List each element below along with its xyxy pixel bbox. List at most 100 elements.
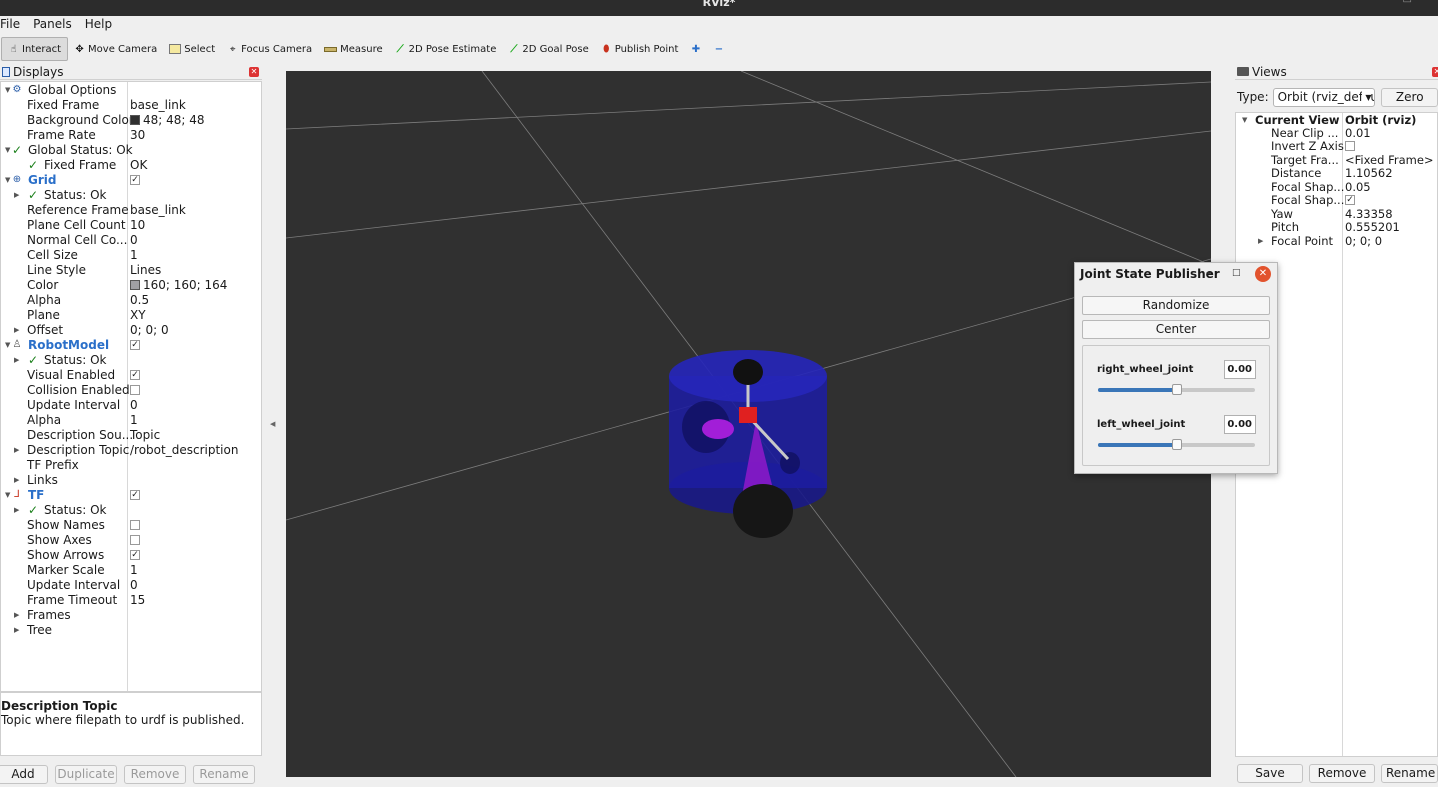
joint-value-input[interactable]: 0.00 bbox=[1224, 415, 1256, 434]
chevron-right-icon[interactable]: ▶ bbox=[14, 503, 19, 518]
row-value[interactable]: 30 bbox=[130, 128, 145, 143]
interact-tool-button[interactable]: ☝ Interact bbox=[1, 37, 69, 61]
zero-view-button[interactable]: Zero bbox=[1381, 87, 1438, 107]
tree-row-frame-timeout[interactable]: Frame Timeout 15 bbox=[1, 593, 261, 608]
row-value[interactable]: 0; 0; 0 bbox=[130, 323, 169, 338]
collapse-left-panel-icon[interactable]: ◀ bbox=[270, 420, 275, 428]
tree-row-tf-status[interactable]: ▶ ✓ Status: Ok bbox=[1, 503, 261, 518]
tree-row-robot-model[interactable]: ▼ ♙ RobotModel ✓ bbox=[1, 338, 261, 353]
tree-row-collision-enabled[interactable]: Collision Enabled bbox=[1, 383, 261, 398]
chevron-down-icon[interactable]: ▼ bbox=[5, 83, 10, 98]
row-value[interactable]: 0.05 bbox=[1345, 181, 1371, 194]
add-display-button[interactable]: Add bbox=[0, 764, 48, 784]
select-tool-button[interactable]: Select bbox=[163, 37, 221, 61]
tree-row-fixed-frame-status[interactable]: ✓ Fixed Frame OK bbox=[1, 158, 261, 173]
row-value[interactable]: base_link bbox=[130, 203, 186, 218]
row-value[interactable]: 0 bbox=[130, 578, 138, 593]
remove-tool-button[interactable]: − bbox=[707, 37, 730, 61]
chevron-right-icon[interactable]: ▶ bbox=[1258, 235, 1263, 248]
tree-row-yaw[interactable]: Yaw 4.33358 bbox=[1236, 208, 1437, 221]
tree-row-update-interval[interactable]: Update Interval 0 bbox=[1, 398, 261, 413]
maximize-icon[interactable]: □ bbox=[1403, 0, 1412, 4]
chevron-right-icon[interactable]: ▶ bbox=[14, 473, 19, 488]
menu-help[interactable]: Help bbox=[85, 16, 112, 33]
tree-row-alpha[interactable]: Alpha 0.5 bbox=[1, 293, 261, 308]
chevron-right-icon[interactable]: ▶ bbox=[14, 608, 19, 623]
tree-row-description-source[interactable]: Description Sou... Topic bbox=[1, 428, 261, 443]
slider-handle[interactable] bbox=[1172, 384, 1182, 395]
tree-row-tf[interactable]: ▼ ⅃ TF ✓ bbox=[1, 488, 261, 503]
randomize-button[interactable]: Randomize bbox=[1082, 296, 1270, 315]
tree-row-show-names[interactable]: Show Names bbox=[1, 518, 261, 533]
close-icon[interactable]: ✕ bbox=[1432, 67, 1438, 77]
move-camera-tool-button[interactable]: ✥ Move Camera bbox=[68, 37, 163, 61]
measure-tool-button[interactable]: Measure bbox=[318, 37, 389, 61]
tf-enabled-checkbox[interactable]: ✓ bbox=[130, 490, 140, 500]
joint-slider[interactable] bbox=[1098, 384, 1255, 395]
tree-row-marker-scale[interactable]: Marker Scale 1 bbox=[1, 563, 261, 578]
row-value[interactable]: 160; 160; 164 bbox=[130, 278, 227, 293]
menu-panels[interactable]: Panels bbox=[33, 16, 72, 33]
tree-row-frames[interactable]: ▶ Frames bbox=[1, 608, 261, 623]
menu-file[interactable]: File bbox=[0, 16, 20, 33]
row-value[interactable]: 0.555201 bbox=[1345, 221, 1400, 234]
goal-pose-tool-button[interactable]: ⟋ 2D Goal Pose bbox=[502, 37, 594, 61]
tree-row-show-arrows[interactable]: Show Arrows ✓ bbox=[1, 548, 261, 563]
tree-row-visual-enabled[interactable]: Visual Enabled ✓ bbox=[1, 368, 261, 383]
tree-row-invert-z[interactable]: Invert Z Axis bbox=[1236, 140, 1437, 153]
chevron-down-icon[interactable]: ▼ bbox=[5, 143, 10, 158]
tree-row-tf-update-interval[interactable]: Update Interval 0 bbox=[1, 578, 261, 593]
minimize-icon[interactable]: – bbox=[1381, 0, 1386, 4]
chevron-right-icon[interactable]: ▶ bbox=[14, 188, 19, 203]
tree-row-show-axes[interactable]: Show Axes bbox=[1, 533, 261, 548]
duplicate-display-button[interactable]: Duplicate bbox=[55, 764, 117, 784]
chevron-down-icon[interactable]: ▼ bbox=[1242, 114, 1247, 127]
pose-estimate-tool-button[interactable]: ⟋ 2D Pose Estimate bbox=[389, 37, 503, 61]
row-value[interactable]: Lines bbox=[130, 263, 161, 278]
row-value[interactable]: 1 bbox=[130, 413, 138, 428]
rename-display-button[interactable]: Rename bbox=[193, 764, 255, 784]
row-value[interactable]: 10 bbox=[130, 218, 145, 233]
tree-row-normal-cell-count[interactable]: Normal Cell Co... 0 bbox=[1, 233, 261, 248]
row-value[interactable]: 0 bbox=[130, 233, 138, 248]
jsp-title-bar[interactable]: Joint State Publisher – □ ✕ bbox=[1075, 263, 1277, 285]
tree-row-cell-size[interactable]: Cell Size 1 bbox=[1, 248, 261, 263]
tree-row-tree[interactable]: ▶ Tree bbox=[1, 623, 261, 638]
tree-row-focal-point[interactable]: ▶ Focal Point 0; 0; 0 bbox=[1236, 235, 1437, 248]
chevron-right-icon[interactable]: ▶ bbox=[14, 353, 19, 368]
tree-row-robot-status[interactable]: ▶ ✓ Status: Ok bbox=[1, 353, 261, 368]
tree-row-frame-rate[interactable]: Frame Rate 30 bbox=[1, 128, 261, 143]
tree-row-pitch[interactable]: Pitch 0.555201 bbox=[1236, 221, 1437, 234]
show-names-checkbox[interactable] bbox=[130, 520, 140, 530]
slider-handle[interactable] bbox=[1172, 439, 1182, 450]
focus-camera-tool-button[interactable]: ⌖ Focus Camera bbox=[221, 37, 318, 61]
tree-row-fixed-frame[interactable]: Fixed Frame base_link bbox=[1, 98, 261, 113]
displays-tree[interactable]: ▼ ⚙ Global Options Fixed Frame base_link… bbox=[0, 81, 262, 692]
render-viewport[interactable] bbox=[286, 71, 1211, 777]
tree-row-line-style[interactable]: Line Style Lines bbox=[1, 263, 261, 278]
invert-z-checkbox[interactable] bbox=[1345, 141, 1355, 151]
row-value[interactable]: 15 bbox=[130, 593, 145, 608]
row-value[interactable]: 1.10562 bbox=[1345, 167, 1393, 180]
view-type-select[interactable]: Orbit (rviz_default_plugins) ▼ bbox=[1272, 87, 1376, 107]
save-view-button[interactable]: Save bbox=[1237, 764, 1303, 783]
center-button[interactable]: Center bbox=[1082, 320, 1270, 339]
joint-value-input[interactable]: 0.00 bbox=[1224, 360, 1256, 379]
tree-row-distance[interactable]: Distance 1.10562 bbox=[1236, 167, 1437, 180]
row-value[interactable]: XY bbox=[130, 308, 146, 323]
tree-row-grid[interactable]: ▼ ⊕ Grid ✓ bbox=[1, 173, 261, 188]
chevron-right-icon[interactable]: ▶ bbox=[14, 623, 19, 638]
joint-slider[interactable] bbox=[1098, 439, 1255, 450]
row-value[interactable]: base_link bbox=[130, 98, 186, 113]
tree-row-offset[interactable]: ▶ Offset 0; 0; 0 bbox=[1, 323, 261, 338]
robot-model-enabled-checkbox[interactable]: ✓ bbox=[130, 340, 140, 350]
focal-shape-fixed-checkbox[interactable]: ✓ bbox=[1345, 195, 1355, 205]
tree-row-description-topic[interactable]: ▶ Description Topic /robot_description bbox=[1, 443, 261, 458]
chevron-down-icon[interactable]: ▼ bbox=[5, 173, 10, 188]
row-value[interactable]: 0 bbox=[130, 398, 138, 413]
row-value[interactable]: 48; 48; 48 bbox=[130, 113, 205, 128]
minimize-icon[interactable]: – bbox=[1206, 266, 1212, 279]
tree-row-plane-cell-count[interactable]: Plane Cell Count 10 bbox=[1, 218, 261, 233]
tree-row-global-status[interactable]: ▼ ✓ Global Status: Ok bbox=[1, 143, 261, 158]
tree-row-plane[interactable]: Plane XY bbox=[1, 308, 261, 323]
